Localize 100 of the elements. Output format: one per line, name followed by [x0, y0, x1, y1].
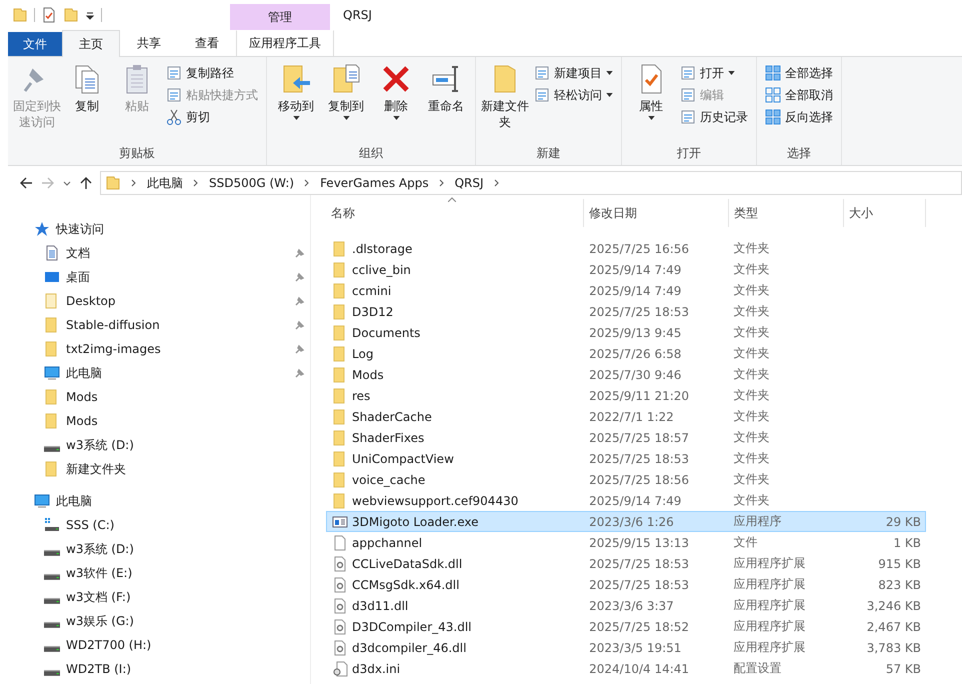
nav-item[interactable]: 此电脑 — [8, 489, 310, 513]
chevron-right-icon[interactable] — [304, 179, 310, 187]
ribbon-button[interactable]: 全部选择 — [762, 63, 836, 83]
breadcrumb[interactable]: 此电脑 — [147, 174, 183, 192]
modified-date: 2025/9/13 9:45 — [589, 326, 682, 340]
file-type: 文件夹 — [734, 241, 770, 255]
nav-item[interactable]: Mods — [8, 409, 310, 433]
file-row[interactable]: Mods 2025/7/30 9:46 文件夹 — [326, 364, 926, 385]
file-name: cclive_bin — [352, 262, 411, 276]
modified-date: 2025/7/25 18:52 — [589, 620, 690, 634]
gear-file-icon — [332, 618, 348, 634]
file-row[interactable]: ShaderFixes 2025/7/25 18:57 文件夹 — [326, 427, 926, 448]
ribbon-button[interactable]: 复制到 — [322, 61, 370, 145]
file-row[interactable]: webviewsupport.cef904430 2025/9/14 7:49 文件夹 — [326, 490, 926, 511]
breadcrumb[interactable]: SSD500G (W:) — [209, 176, 294, 190]
ribbon-icon — [680, 65, 696, 81]
ribbon-button[interactable]: 轻松访问 — [531, 85, 616, 105]
nav-item[interactable]: 快速访问 — [8, 217, 310, 241]
nav-item[interactable]: 此电脑 — [8, 361, 310, 385]
ribbon-button[interactable]: 移动到 — [272, 61, 320, 145]
nav-item[interactable]: WD2T700 (H:) — [8, 633, 310, 657]
ribbon-button[interactable]: 重命名 — [422, 61, 470, 145]
file-row[interactable]: appchannel 2025/9/15 13:13 文件 1 KB — [326, 532, 926, 553]
column-header[interactable]: 修改日期 — [584, 199, 729, 227]
nav-item[interactable]: w3娱乐 (G:) — [8, 609, 310, 633]
ribbon-button[interactable]: 删除 — [372, 61, 420, 145]
ribbon-button[interactable]: 剪切 — [163, 107, 261, 127]
chevron-right-icon[interactable] — [193, 179, 199, 187]
file-row[interactable]: Documents 2025/9/13 9:45 文件夹 — [326, 322, 926, 343]
column-header[interactable]: 名称 — [326, 199, 584, 227]
ribbon-button[interactable]: 反向选择 — [762, 107, 836, 127]
caret-icon[interactable] — [85, 10, 95, 20]
ribbon-button[interactable]: 复制 — [63, 61, 111, 145]
ribbon-button[interactable]: 全部取消 — [762, 85, 836, 105]
file-name: ccmini — [352, 284, 392, 298]
back-arrow-icon[interactable] — [18, 175, 34, 191]
file-size: 915 KB — [878, 556, 922, 570]
file-name: 3DMigoto Loader.exe — [352, 514, 478, 528]
nav-item[interactable]: w3系统 (D:) — [8, 537, 310, 561]
file-row[interactable]: UniCompactView 2025/7/25 18:53 文件夹 — [326, 448, 926, 469]
file-row[interactable]: res 2025/9/11 21:20 文件夹 — [326, 385, 926, 406]
up-arrow-icon[interactable] — [78, 175, 94, 191]
file-row[interactable]: CCLiveDataSdk.dll 2025/7/25 18:53 应用程序扩展 915 KB — [326, 553, 926, 574]
ribbon-icon — [534, 65, 550, 81]
ribbon-button[interactable]: 历史记录 — [677, 107, 751, 127]
ribbon-tab[interactable]: 应用程序工具 — [236, 30, 334, 56]
file-row[interactable]: d3d11.dll 2023/3/6 3:37 应用程序扩展 3,246 KB — [326, 595, 926, 616]
breadcrumb[interactable]: FeverGames Apps — [320, 176, 429, 190]
file-row[interactable]: d3dcompiler_46.dll 2023/3/5 19:51 应用程序扩展 3,783 KB — [326, 637, 926, 658]
gear-file-icon — [332, 576, 348, 592]
file-name: D3DCompiler_43.dll — [352, 620, 472, 634]
file-row[interactable]: .dlstorage 2025/7/25 16:56 文件夹 — [326, 238, 926, 259]
file-row[interactable]: cclive_bin 2025/9/14 7:49 文件夹 — [326, 259, 926, 280]
ribbon-tab[interactable]: 主页 — [62, 30, 120, 57]
ribbon-button[interactable]: 打开 — [677, 63, 751, 83]
nav-item[interactable]: w3软件 (E:) — [8, 561, 310, 585]
file-row[interactable]: D3D12 2025/7/25 18:53 文件夹 — [326, 301, 926, 322]
modified-date: 2025/7/25 18:53 — [589, 578, 690, 592]
file-row[interactable]: voice_cache 2025/7/25 18:56 文件夹 — [326, 469, 926, 490]
chevron-right-icon[interactable] — [494, 179, 500, 187]
file-name: CCMsgSdk.x64.dll — [352, 578, 460, 592]
file-size: 2,467 KB — [866, 620, 922, 634]
ribbon-button[interactable]: 新建项目 — [531, 63, 616, 83]
nav-item[interactable]: w3文档 (F:) — [8, 585, 310, 609]
ribbon-button[interactable]: 新建文件夹 — [481, 61, 529, 145]
nav-item[interactable]: Desktop — [8, 289, 310, 313]
ribbon-tab[interactable]: 文件 — [8, 32, 62, 56]
nav-item[interactable]: Mods — [8, 385, 310, 409]
chevron-right-icon[interactable] — [131, 179, 137, 187]
file-row[interactable]: CCMsgSdk.x64.dll 2025/7/25 18:53 应用程序扩展 823 KB — [326, 574, 926, 595]
windows-drive-icon — [44, 517, 60, 533]
nav-item[interactable]: 文档 — [8, 241, 310, 265]
ribbon-icon — [166, 109, 182, 125]
modified-date: 2025/7/25 18:53 — [589, 452, 690, 466]
file-row[interactable]: D3DCompiler_43.dll 2025/7/25 18:52 应用程序扩展 2,467 KB — [326, 616, 926, 637]
file-row[interactable]: ShaderCache 2022/7/1 1:22 文件夹 — [326, 406, 926, 427]
drive-icon — [44, 622, 60, 628]
address-bar[interactable]: 此电脑 SSD500G (W:) FeverGames Apps QRSJ — [100, 171, 962, 195]
column-header[interactable]: 大小 — [844, 199, 926, 227]
selected-row[interactable]: 3DMigoto Loader.exe 2023/3/6 1:26 应用程序 29 KB — [326, 511, 926, 532]
nav-item[interactable]: txt2img-images — [8, 337, 310, 361]
nav-item[interactable]: 新建文件夹 — [8, 457, 310, 481]
nav-item[interactable]: 桌面 — [8, 265, 310, 289]
nav-item[interactable]: SSS (C:) — [8, 513, 310, 537]
file-row[interactable]: d3dx.ini 2024/10/4 14:41 配置设置 57 KB — [326, 658, 926, 679]
nav-item[interactable]: w3系统 (D:) — [8, 433, 310, 457]
checkmark-page-icon[interactable] — [41, 7, 57, 23]
ribbon-button[interactable]: 属性 — [627, 61, 675, 145]
file-name: res — [352, 388, 370, 402]
breadcrumb[interactable]: QRSJ — [454, 176, 484, 190]
chevron-right-icon[interactable] — [438, 179, 445, 187]
column-header[interactable]: 类型 — [729, 199, 844, 227]
sort-up-icon — [448, 197, 456, 202]
file-row[interactable]: ccmini 2025/9/14 7:49 文件夹 — [326, 280, 926, 301]
nav-item[interactable]: Stable-diffusion — [8, 313, 310, 337]
ribbon-button[interactable]: 复制路径 — [163, 63, 261, 83]
file-row[interactable]: Log 2025/7/26 6:58 文件夹 — [326, 343, 926, 364]
nav-item[interactable]: WD2TB (I:) — [8, 657, 310, 681]
window-title: QRSJ — [342, 7, 372, 24]
modified-date: 2025/9/11 21:20 — [589, 388, 690, 402]
